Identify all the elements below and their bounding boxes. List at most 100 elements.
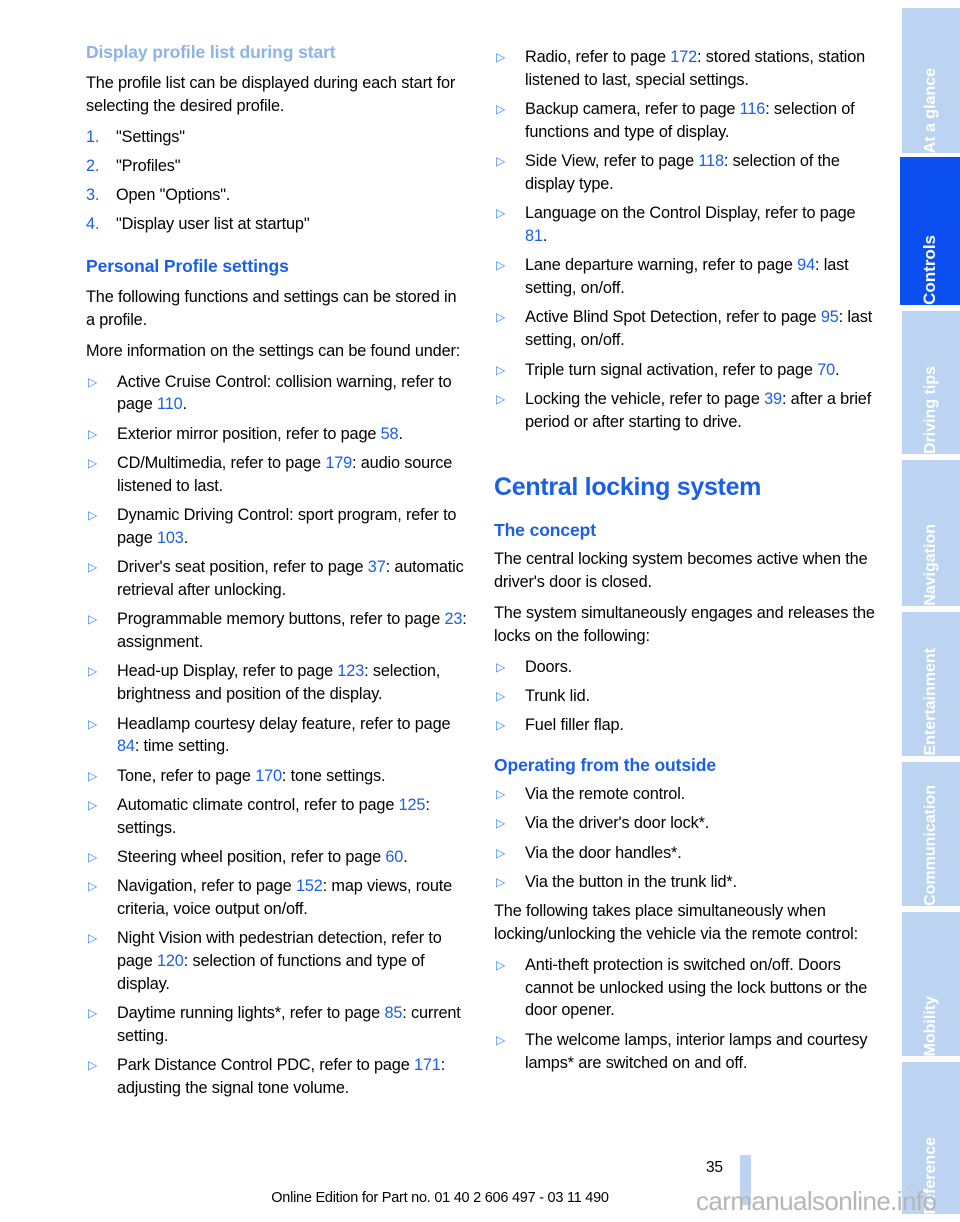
bullet-item: ▷ Navigation, refer to page 152: map view… [86,875,468,921]
page-reference[interactable]: 37 [368,558,386,576]
page-reference[interactable]: 70 [817,361,835,379]
section-tabs-sidebar: At a glance Controls Driving tips Navigatio… [896,0,960,1222]
triangle-bullet-icon: ▷ [88,664,98,679]
page-reference[interactable]: 152 [296,877,323,895]
triangle-bullet-icon: ▷ [496,362,506,377]
bullet-text: Programmable memory buttons, refer to pa… [117,610,467,652]
bullet-text: Doors. [525,657,573,676]
page-reference[interactable]: 171 [414,1056,441,1074]
triangle-bullet-icon: ▷ [496,258,506,273]
bullet-item: ▷ Language on the Control Display, refer … [494,202,876,248]
page-reference[interactable]: 23 [444,610,462,628]
bullet-text: Daytime running lights*, refer to page 8… [117,1004,461,1046]
page-reference[interactable]: 85 [384,1004,402,1022]
bullet-item: ▷ Automatic climate control, refer to pag… [86,794,468,840]
sidebar-tab-at-a-glance[interactable]: At a glance [902,8,960,153]
bullet-item: ▷ Head-up Display, refer to page 123: sel… [86,660,468,706]
concept-bullets: ▷ Doors. ▷ Trunk lid. ▷ Fuel filler flap. [494,656,876,737]
triangle-bullet-icon: ▷ [496,50,506,64]
triangle-bullet-icon: ▷ [88,1058,98,1073]
bullet-text: Trunk lid. [525,686,590,705]
step-number: 2. [86,156,100,175]
triangle-bullet-icon: ▷ [496,845,506,860]
triangle-bullet-icon: ▷ [88,879,98,894]
step-number: 3. [86,186,100,205]
page-reference[interactable]: 103 [157,529,184,547]
page-reference[interactable]: 58 [381,425,399,443]
bullet-item: ▷ Active Cruise Control: collision warnin… [86,371,468,417]
page-reference[interactable]: 118 [698,152,724,170]
paragraph-simultaneous-actions: The following takes place simultaneously… [494,902,859,944]
step-text: "Settings" [116,127,185,146]
bullet-item: ▷ The welcome lamps, interior lamps and c… [494,1029,876,1075]
bullet-item: ▷ Side View, refer to page 118: selection… [494,150,876,196]
bullet-item: ▷ Fuel filler flap. [494,714,876,737]
numbered-step: 4. "Display user list at startup" [86,213,468,236]
page-reference[interactable]: 170 [255,767,282,785]
watermark-badge-icon: ☺ [905,1180,919,1195]
triangle-bullet-icon: ▷ [496,874,506,889]
bullet-text: Via the button in the trunk lid*. [525,872,737,891]
triangle-bullet-icon: ▷ [496,102,506,117]
triangle-bullet-icon: ▷ [88,797,98,812]
triangle-bullet-icon: ▷ [88,612,98,627]
sidebar-tab-controls[interactable]: Controls [900,157,960,305]
bullet-text: Via the driver's door lock*. [525,814,710,833]
step-number: 1. [86,127,100,146]
triangle-bullet-icon: ▷ [88,850,98,865]
bullet-item: ▷ Driver's seat position, refer to page 3… [86,556,468,602]
bullet-item: ▷ Triple turn signal activation, refer to… [494,359,876,382]
bullet-item: ▷ Dynamic Driving Control: sport program,… [86,504,468,550]
sidebar-tab-driving-tips[interactable]: Driving tips [902,311,960,454]
bullet-text: Driver's seat position, refer to page 37… [117,558,464,600]
page-reference[interactable]: 84 [117,737,135,755]
bullet-text: Via the remote control. [525,785,686,804]
sidebar-tab-communication[interactable]: Communication [902,762,960,906]
bullet-text: Anti-theft protection is switched on/off… [525,955,868,1020]
bullet-item: ▷ Park Distance Control PDC, refer to pag… [86,1054,468,1100]
sidebar-tab-label: Entertainment [922,648,939,756]
bullet-item: ▷ Via the door handles*. [494,842,876,865]
step-text: "Profiles" [116,156,181,175]
bullet-text: Head-up Display, refer to page 123: sele… [117,662,441,704]
page-reference[interactable]: 120 [157,952,184,970]
page-reference[interactable]: 60 [385,848,403,866]
left-column: Display profile list during start The pr… [86,42,468,1132]
page-reference[interactable]: 94 [797,256,815,274]
sidebar-tab-entertainment[interactable]: Entertainment [902,612,960,756]
bullet-text: Triple turn signal activation, refer to … [525,360,840,379]
bullet-text: Steering wheel position, refer to page 6… [117,848,408,867]
bullet-text: Active Cruise Control: collision warning… [117,372,452,414]
bullet-text: Fuel filler flap. [525,716,624,735]
page-reference[interactable]: 116 [740,100,766,118]
bullet-item: ▷ Via the driver's door lock*. [494,812,876,835]
sidebar-tab-label: Navigation [922,524,939,606]
paragraph-functions-stored: The following functions and settings can… [86,288,457,330]
bullet-text: Language on the Control Display, refer t… [525,204,856,246]
bullet-text: Headlamp courtesy delay feature, refer t… [117,714,451,756]
page-number: 35 [706,1159,723,1176]
right-column: ▷ Radio, refer to page 172: stored statio… [494,42,876,1132]
bullet-text: Active Blind Spot Detection, refer to pa… [525,308,873,350]
sidebar-tab-label: Communication [922,785,939,906]
paragraph-more-information: More information on the settings can be … [86,341,461,360]
bullet-text: Radio, refer to page 172: stored station… [525,48,866,89]
bullet-item: ▷ Active Blind Spot Detection, refer to p… [494,306,876,352]
page-reference[interactable]: 123 [337,662,364,680]
bullet-item: ▷ Tone, refer to page 170: tone settings. [86,765,468,788]
step-text: Open "Options". [116,186,231,205]
sidebar-tab-navigation[interactable]: Navigation [902,460,960,606]
manual-page: Display profile list during start The pr… [0,0,960,1222]
bullet-text: Backup camera, refer to page 116: select… [525,100,855,141]
page-reference[interactable]: 81 [525,227,543,245]
bullet-text: Lane departure warning, refer to page 94… [525,256,849,298]
page-reference[interactable]: 172 [670,48,697,66]
bullet-item: ▷ Daytime running lights*, refer to page … [86,1002,468,1048]
paragraph-profile-intro: The profile list can be displayed during… [86,74,456,115]
sidebar-tab-mobility[interactable]: Mobility [902,912,960,1056]
page-reference[interactable]: 179 [325,454,352,472]
page-reference[interactable]: 110 [157,395,183,413]
page-reference[interactable]: 125 [399,796,426,814]
page-reference[interactable]: 95 [821,308,839,326]
page-reference[interactable]: 39 [764,390,782,408]
